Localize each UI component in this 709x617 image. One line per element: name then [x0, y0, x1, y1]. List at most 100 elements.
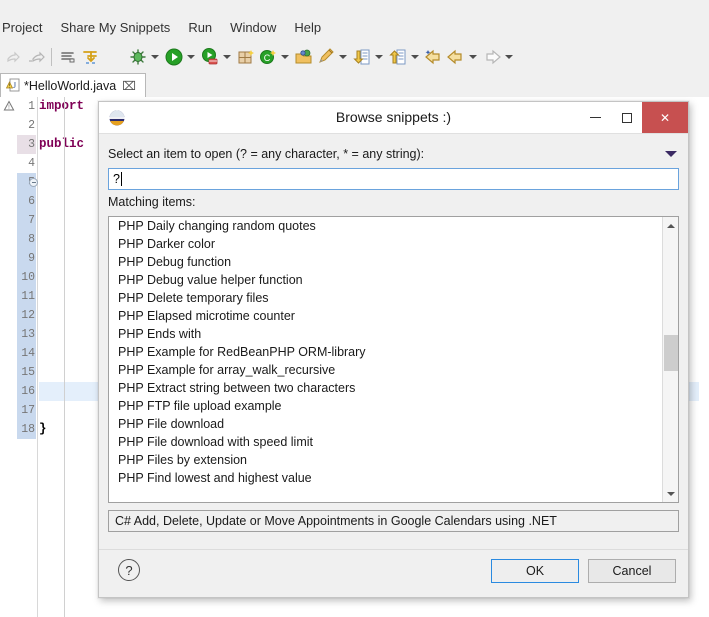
filter-input[interactable]: ?	[108, 168, 679, 190]
matching-items-label: Matching items:	[108, 195, 196, 209]
menu-item-run[interactable]: Run	[179, 17, 221, 39]
list-item[interactable]: PHP Extract string between two character…	[109, 379, 661, 397]
next-annotation-dropdown-arrow[interactable]	[373, 47, 384, 67]
new-class-dropdown-arrow[interactable]	[279, 47, 290, 67]
list-item[interactable]: PHP Daily changing random quotes	[109, 217, 661, 235]
back-history-icon[interactable]	[446, 47, 466, 67]
menu-bar: Project Share My Snippets Run Window Hel…	[0, 16, 709, 40]
close-button[interactable]: ✕	[642, 102, 688, 133]
previous-annotation-dropdown-arrow[interactable]	[409, 47, 420, 67]
skip-all-breakpoints-icon[interactable]	[80, 47, 100, 67]
scrollbar-thumb[interactable]	[664, 335, 678, 371]
eclipse-icon	[108, 109, 126, 127]
previous-annotation-icon[interactable]	[388, 47, 408, 67]
editor-tab-label: *HelloWorld.java	[24, 78, 117, 93]
line-number: 9	[28, 252, 35, 265]
code-token: import	[39, 99, 85, 113]
menu-item-window[interactable]: Window	[221, 17, 285, 39]
line-number: 10	[21, 271, 35, 284]
scroll-up-icon[interactable]	[663, 217, 678, 234]
line-number-gutter: 123456789101112131415161718	[17, 97, 36, 439]
list-item[interactable]: PHP Darker color	[109, 235, 661, 253]
line-number: 4	[28, 157, 35, 170]
filter-input-value: ?	[113, 172, 120, 186]
line-number: 15	[21, 366, 35, 379]
line-number: 7	[28, 214, 35, 227]
svg-text:!: !	[9, 84, 10, 90]
window-top-strip	[0, 0, 709, 16]
list-item[interactable]: PHP Delete temporary files	[109, 289, 661, 307]
new-java-class-icon[interactable]: C	[258, 47, 278, 67]
list-item[interactable]: PHP Ends with	[109, 325, 661, 343]
help-button[interactable]: ?	[118, 559, 140, 581]
edit-task-icon[interactable]	[316, 47, 336, 67]
next-annotation-icon[interactable]	[352, 47, 372, 67]
app-root: Project Share My Snippets Run Window Hel…	[0, 0, 709, 617]
list-item[interactable]: PHP Files by extension	[109, 451, 661, 469]
list-scrollbar[interactable]	[662, 217, 678, 502]
menu-item-share-my-snippets[interactable]: Share My Snippets	[51, 17, 179, 39]
prompt-label: Select an item to open (? = any characte…	[108, 147, 425, 161]
run-coverage-icon[interactable]	[200, 47, 220, 67]
dialog-title-bar[interactable]: Browse snippets :) ✕	[99, 102, 688, 134]
close-icon[interactable]: ⌧	[122, 79, 136, 93]
open-task-icon[interactable]	[294, 47, 314, 67]
back-navigation-icon[interactable]	[424, 47, 444, 67]
toolbar-separator-1	[51, 47, 52, 66]
line-number: 17	[21, 404, 35, 417]
line-number: 18	[21, 423, 35, 436]
new-java-package-icon[interactable]	[236, 47, 256, 67]
debug-dropdown-arrow[interactable]	[149, 47, 160, 67]
back-icon[interactable]	[3, 47, 23, 67]
list-item[interactable]: PHP Debug function	[109, 253, 661, 271]
edit-task-dropdown-arrow[interactable]	[337, 47, 348, 67]
warning-marker-icon[interactable]: !	[3, 99, 15, 117]
list-item[interactable]: PHP Example for array_walk_recursive	[109, 361, 661, 379]
code-token: }	[39, 422, 47, 436]
editor-tab-strip: J ! *HelloWorld.java ⌧	[0, 73, 709, 98]
maximize-button[interactable]	[611, 102, 642, 133]
gutter-divider	[37, 97, 38, 617]
line-number: 8	[28, 233, 35, 246]
toggle-markoccurrences-icon[interactable]	[58, 47, 78, 67]
prompt-row: Select an item to open (? = any characte…	[108, 144, 681, 164]
chevron-down-icon[interactable]	[665, 151, 677, 157]
editor-tab-helloworld[interactable]: J ! *HelloWorld.java ⌧	[0, 73, 146, 97]
forward-history-dropdown-arrow[interactable]	[503, 47, 514, 67]
ok-button[interactable]: OK	[491, 559, 579, 583]
list-item[interactable]: PHP Find lowest and highest value	[109, 469, 661, 487]
svg-text:C: C	[264, 53, 271, 63]
list-item[interactable]: PHP Example for RedBeanPHP ORM-library	[109, 343, 661, 361]
browse-snippets-dialog: Browse snippets :) ✕ Select an item to o…	[98, 101, 689, 598]
forward-icon[interactable]	[25, 47, 45, 67]
cancel-button[interactable]: Cancel	[588, 559, 676, 583]
list-item[interactable]: PHP FTP file upload example	[109, 397, 661, 415]
coverage-dropdown-arrow[interactable]	[221, 47, 232, 67]
code-fold-icon[interactable]	[29, 178, 38, 187]
menu-item-help[interactable]: Help	[285, 17, 330, 39]
line-number: 11	[21, 290, 35, 303]
line-number: 14	[21, 347, 35, 360]
scroll-down-icon[interactable]	[663, 485, 678, 502]
code-token: public	[39, 137, 85, 151]
back-history-dropdown-arrow[interactable]	[467, 47, 478, 67]
line-number: 12	[21, 309, 35, 322]
window-controls: ✕	[580, 102, 688, 133]
dialog-bottom-strip	[99, 589, 688, 597]
line-number: 6	[28, 195, 35, 208]
list-item[interactable]: PHP Elapsed microtime counter	[109, 307, 661, 325]
menu-item-project[interactable]: Project	[0, 17, 51, 39]
list-item[interactable]: PHP File download	[109, 415, 661, 433]
forward-history-icon[interactable]	[482, 47, 502, 67]
debug-icon[interactable]	[128, 47, 148, 67]
list-item[interactable]: PHP File download with speed limit	[109, 433, 661, 451]
editor-marker-column[interactable]: !	[0, 97, 17, 617]
java-file-warning-icon: J !	[6, 78, 20, 93]
minimize-button[interactable]	[580, 102, 611, 133]
run-icon[interactable]	[164, 47, 184, 67]
line-number: 2	[28, 119, 35, 132]
list-item[interactable]: PHP Debug value helper function	[109, 271, 661, 289]
text-caret	[120, 172, 122, 186]
matching-items-list[interactable]: PHP Daily changing random quotes PHP Dark…	[108, 216, 679, 503]
run-dropdown-arrow[interactable]	[185, 47, 196, 67]
